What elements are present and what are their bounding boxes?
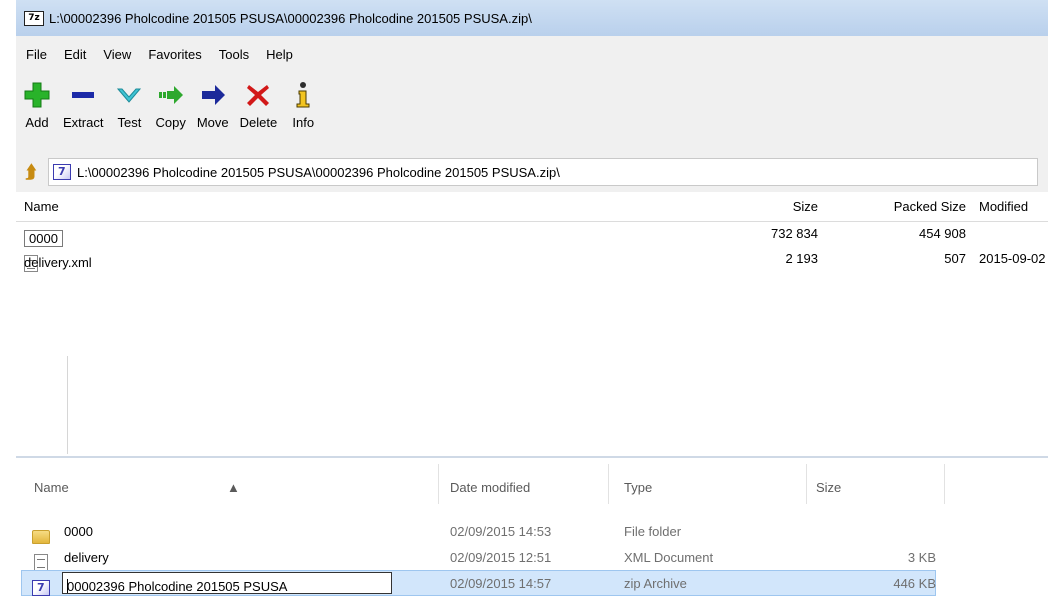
- extract-label: Extract: [63, 115, 104, 130]
- column-modified[interactable]: Modified: [979, 199, 1028, 214]
- column-name[interactable]: Name: [34, 480, 69, 495]
- menu-favorites[interactable]: Favorites: [148, 47, 201, 62]
- item-name: delivery: [64, 550, 109, 565]
- delete-button[interactable]: Delete: [239, 79, 278, 130]
- address-field[interactable]: L:\00002396 Pholcodine 201505 PSUSA\0000…: [48, 158, 1038, 186]
- item-size: 3 KB: [907, 550, 936, 565]
- item-size: 732 834: [771, 226, 818, 241]
- rename-input[interactable]: 00002396 Pholcodine 201505 PSUSA: [62, 572, 392, 594]
- item-date-modified: 02/09/2015 14:53: [450, 524, 552, 539]
- move-icon: [198, 79, 228, 111]
- xml-file-icon: [34, 554, 48, 571]
- list-item-selected[interactable]: 00002396 Pholcodine 201505 PSUSA 02/09/2…: [16, 570, 1048, 596]
- item-date-modified: 02/09/2015 14:57: [450, 576, 552, 591]
- explorer-list-header: ▲ Name Date modified Type Size: [16, 458, 1048, 508]
- item-name: delivery.xml: [24, 255, 92, 270]
- list-item[interactable]: 0000 02/09/2015 14:53 File folder: [16, 518, 1048, 544]
- item-packed-size: 507: [944, 251, 966, 266]
- sort-arrow-icon: ▲: [227, 480, 240, 495]
- rename-text: 00002396 Pholcodine 201505 PSUSA: [67, 579, 288, 594]
- item-size: 446 KB: [893, 576, 936, 591]
- up-folder-icon[interactable]: ⮭: [16, 162, 46, 183]
- column-type[interactable]: Type: [624, 480, 652, 495]
- title-bar: 7z L:\00002396 Pholcodine 201505 PSUSA\0…: [16, 0, 1048, 36]
- column-date-modified[interactable]: Date modified: [450, 480, 530, 495]
- move-label: Move: [196, 115, 229, 130]
- toolbar: Add Extract Test Copy Move Delete Info: [16, 73, 1048, 152]
- address-path: L:\00002396 Pholcodine 201505 PSUSA\0000…: [77, 164, 560, 180]
- delete-icon: [243, 79, 273, 111]
- column-divider: [806, 464, 807, 504]
- item-type: zip Archive: [624, 576, 687, 591]
- info-icon: [288, 79, 318, 111]
- archive-file-list: Name Size Packed Size Modified 0000 732 …: [16, 192, 1048, 356]
- folder-icon: [32, 530, 50, 544]
- item-type: XML Document: [624, 550, 714, 565]
- column-packed-size[interactable]: Packed Size: [848, 199, 966, 214]
- column-divider: [438, 464, 439, 504]
- list-header: Name Size Packed Size Modified: [16, 192, 1048, 222]
- menu-help[interactable]: Help: [266, 47, 293, 62]
- info-button[interactable]: Info: [288, 79, 318, 130]
- item-type: File folder: [624, 524, 682, 539]
- test-label: Test: [117, 115, 142, 130]
- extract-icon: [68, 79, 98, 111]
- zip-archive-icon: [32, 580, 50, 596]
- divider-line: [67, 356, 68, 454]
- info-label: Info: [292, 115, 315, 130]
- window-title: L:\00002396 Pholcodine 201505 PSUSA\0000…: [49, 10, 532, 26]
- text-caret: [67, 579, 68, 593]
- zip-archive-icon: [53, 164, 71, 180]
- column-divider: [944, 464, 945, 504]
- item-size: 2 193: [785, 251, 818, 266]
- list-item[interactable]: delivery.xml 2 193 507 2015-09-02: [16, 247, 1048, 272]
- move-button[interactable]: Move: [197, 79, 229, 130]
- explorer-file-list: ▲ Name Date modified Type Size 0000 02/0…: [0, 456, 1048, 611]
- copy-icon: [156, 79, 186, 111]
- list-item[interactable]: 0000 732 834 454 908: [16, 222, 1048, 247]
- item-modified: 2015-09-02: [979, 251, 1046, 266]
- item-name: 0000: [64, 524, 93, 539]
- add-icon: [22, 79, 52, 111]
- menu-view[interactable]: View: [103, 47, 131, 62]
- menu-bar: File Edit View Favorites Tools Help: [16, 36, 1048, 73]
- add-button[interactable]: Add: [22, 79, 52, 130]
- menu-file[interactable]: File: [26, 47, 47, 62]
- item-packed-size: 454 908: [919, 226, 966, 241]
- test-icon: [114, 79, 144, 111]
- list-item[interactable]: delivery 02/09/2015 12:51 XML Document 3…: [16, 544, 1048, 571]
- item-name: 0000: [24, 230, 63, 247]
- copy-button[interactable]: Copy: [155, 79, 186, 130]
- address-bar: ⮭ L:\00002396 Pholcodine 201505 PSUSA\00…: [16, 152, 1048, 192]
- add-label: Add: [25, 115, 49, 130]
- test-button[interactable]: Test: [114, 79, 144, 130]
- column-size[interactable]: Size: [816, 480, 841, 495]
- column-divider: [608, 464, 609, 504]
- column-name[interactable]: Name: [24, 199, 59, 214]
- column-size[interactable]: Size: [762, 199, 818, 214]
- copy-label: Copy: [155, 115, 186, 130]
- item-date-modified: 02/09/2015 12:51: [450, 550, 552, 565]
- 7zip-logo-icon: 7z: [24, 10, 44, 26]
- menu-edit[interactable]: Edit: [64, 47, 86, 62]
- extract-button[interactable]: Extract: [63, 79, 103, 130]
- delete-label: Delete: [239, 115, 278, 130]
- zip-file-manager-window: 7z L:\00002396 Pholcodine 201505 PSUSA\0…: [0, 0, 1048, 356]
- menu-tools[interactable]: Tools: [219, 47, 249, 62]
